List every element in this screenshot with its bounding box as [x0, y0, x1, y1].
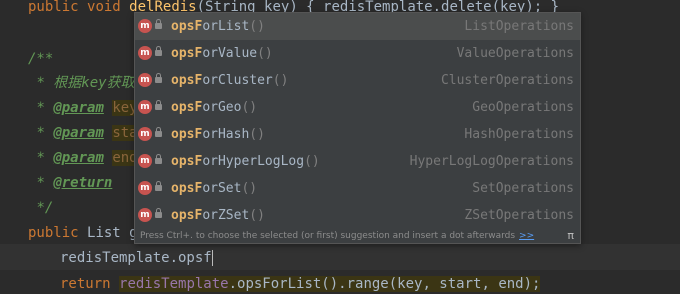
completion-item[interactable]: m opsForHyperLogLog() HyperLogLogOperati… — [135, 148, 580, 175]
code-line-return[interactable]: return redisTemplate.opsForList().range(… — [60, 274, 541, 294]
hint-more-link[interactable]: >> — [519, 231, 534, 241]
code-line-caret[interactable]: redisTemplate.opsf — [60, 248, 213, 268]
pi-icon[interactable]: π — [567, 229, 574, 243]
method-icon: m — [138, 127, 152, 141]
doc-return[interactable]: * @return — [28, 173, 112, 193]
method-name: opsForGeo() — [171, 100, 258, 115]
completion-item[interactable]: m opsForList() ListOperations — [135, 13, 580, 40]
return-type: HyperLogLogOperations — [409, 154, 574, 169]
text-caret — [211, 250, 213, 266]
method-name: opsForHyperLogLog() — [171, 154, 320, 169]
return-type: ValueOperations — [456, 46, 574, 61]
method-name: opsForList() — [171, 19, 265, 34]
return-type: HashOperations — [464, 127, 574, 142]
method-name: opsForValue() — [171, 46, 273, 61]
method-name: opsForHash() — [171, 127, 265, 142]
method-name: opsForCluster() — [171, 73, 289, 88]
return-type: SetOperations — [472, 181, 574, 196]
hint-text: Press Ctrl+. to choose the selected (or … — [140, 231, 516, 241]
doc-description[interactable]: * 根据key获取 — [28, 73, 134, 93]
method-name: opsForSet() — [171, 181, 258, 196]
method-icon: m — [138, 208, 152, 222]
method-name: opsForZSet() — [171, 208, 265, 223]
lock-icon — [155, 181, 162, 191]
method-icon: m — [138, 154, 152, 168]
method-icon: m — [138, 46, 152, 60]
method-icon: m — [138, 181, 152, 195]
doc-close[interactable]: */ — [28, 198, 53, 218]
lock-icon — [155, 154, 162, 164]
method-icon: m — [138, 73, 152, 87]
completion-item[interactable]: m opsForHash() HashOperations — [135, 121, 580, 148]
completion-item[interactable]: m opsForValue() ValueOperations — [135, 40, 580, 67]
return-type: ClusterOperations — [440, 73, 574, 88]
method-icon: m — [138, 100, 152, 114]
doc-param-end[interactable]: * @param end — [28, 148, 138, 168]
completion-item[interactable]: m opsForZSet() ZSetOperations — [135, 202, 580, 229]
completion-popup[interactable]: m opsForList() ListOperations m opsForVa… — [134, 12, 581, 244]
doc-param-key[interactable]: * @param key — [28, 98, 138, 118]
return-type: GeoOperations — [472, 100, 574, 115]
completion-item[interactable]: m opsForGeo() GeoOperations — [135, 94, 580, 121]
return-type: ZSetOperations — [464, 208, 574, 223]
completion-item[interactable]: m opsForCluster() ClusterOperations — [135, 67, 580, 94]
lock-icon — [155, 100, 162, 110]
lock-icon — [155, 208, 162, 218]
lock-icon — [155, 73, 162, 83]
completion-item[interactable]: m opsForSet() SetOperations — [135, 175, 580, 202]
return-type: ListOperations — [464, 19, 574, 34]
lock-icon — [155, 46, 162, 56]
completion-hint: Press Ctrl+. to choose the selected (or … — [135, 229, 580, 243]
lock-icon — [155, 127, 162, 137]
method-icon: m — [138, 19, 152, 33]
lock-icon — [155, 19, 162, 29]
doc-open[interactable]: /** — [28, 49, 53, 69]
